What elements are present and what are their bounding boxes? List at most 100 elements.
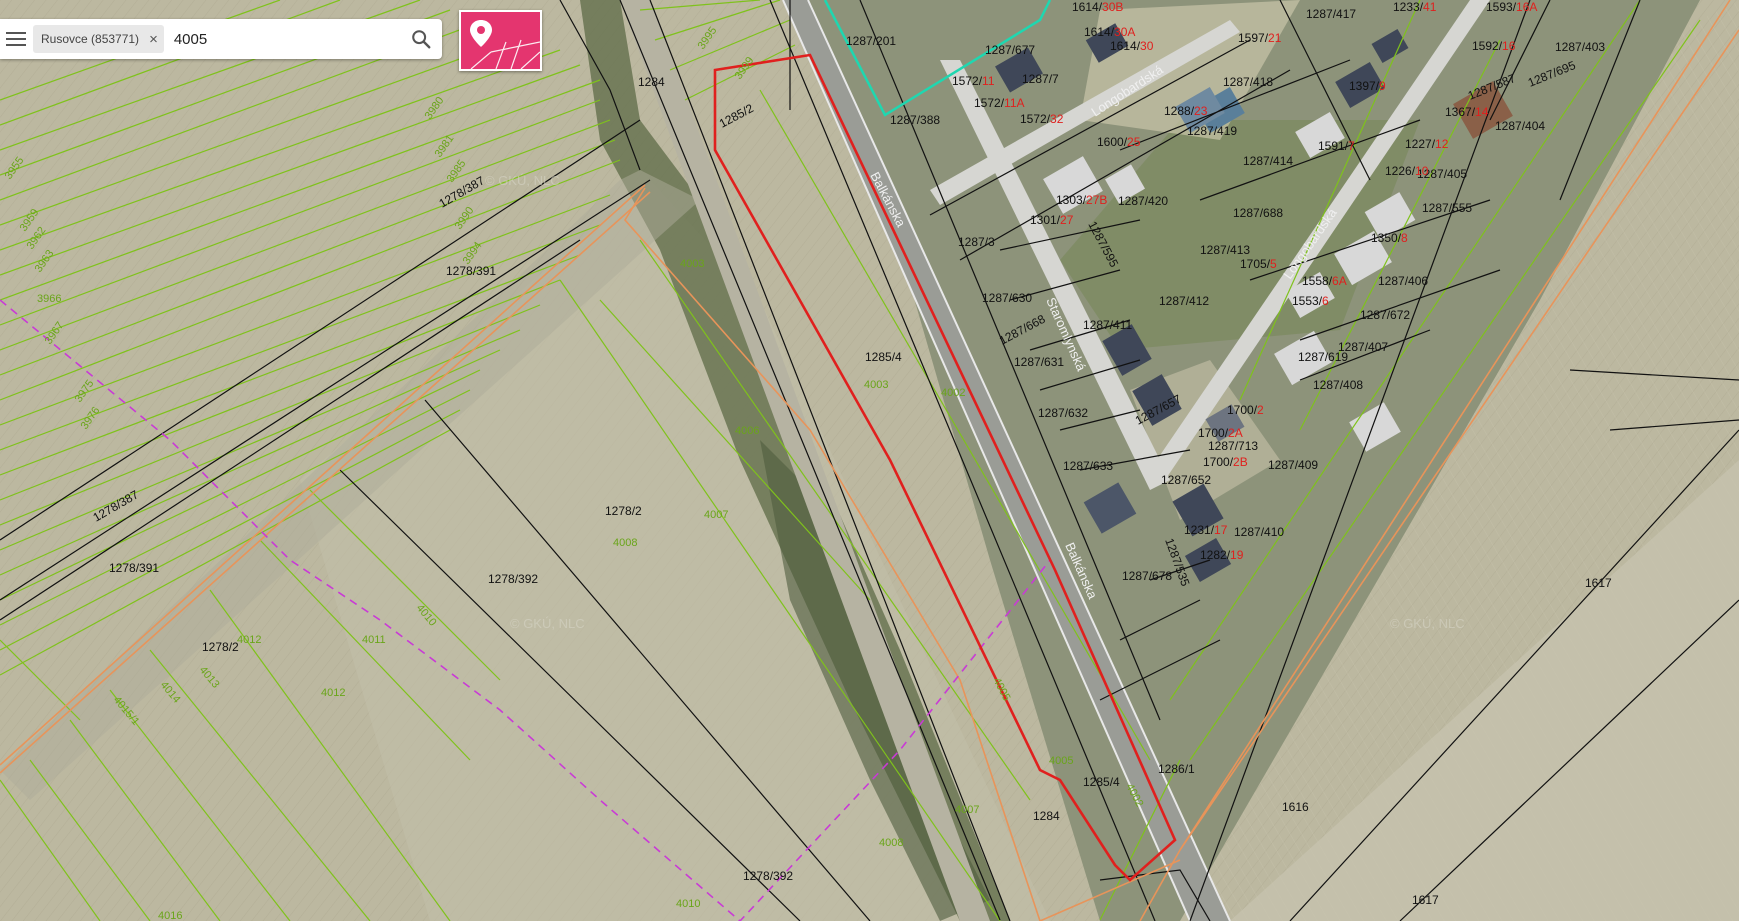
- parcel-label: 1285/4: [865, 350, 902, 364]
- parcel-label-green: 3966: [37, 293, 61, 305]
- parcel-label-green: 4008: [613, 537, 637, 549]
- search-input[interactable]: [171, 29, 376, 49]
- parcel-label: 1287/411: [1083, 318, 1132, 332]
- parcel-label-green: 4012: [321, 687, 345, 699]
- parcel-label: 1286/1: [1158, 762, 1195, 776]
- cadastral-area-chip: Rusovce (853771) ×: [33, 25, 164, 53]
- locate-parcel-button[interactable]: [459, 10, 542, 71]
- parcel-label: 1285/4: [1083, 775, 1120, 789]
- parcel-label: 1287/403: [1555, 40, 1605, 54]
- address-label: 1591/7: [1318, 139, 1355, 153]
- parcel-label: 1287/410: [1234, 525, 1284, 539]
- parcel-label-green: 4010: [676, 898, 700, 910]
- address-label: 1592/16: [1472, 39, 1516, 53]
- parcel-label: 1287/413: [1200, 243, 1250, 257]
- address-label: 1593/16A: [1486, 0, 1537, 14]
- parcel-label: 1284: [1033, 809, 1060, 823]
- parcel-label: 1278/392: [743, 869, 793, 883]
- address-label: 1700/2A: [1198, 426, 1243, 440]
- location-pin-parcel-icon: [470, 20, 541, 70]
- address-label: 1282/19: [1200, 548, 1244, 562]
- parcel-label: 1287/688: [1233, 206, 1283, 220]
- chip-close-icon[interactable]: ×: [149, 32, 158, 47]
- watermark-2: © GKÚ, NLC: [1390, 616, 1465, 631]
- parcel-label: 1287/555: [1422, 201, 1472, 215]
- search-bar: Rusovce (853771) ×: [0, 19, 442, 59]
- address-label: 1397/9: [1349, 79, 1386, 93]
- search-icon[interactable]: [410, 28, 432, 50]
- parcel-label: 1287/672: [1360, 308, 1410, 322]
- address-label: 1288/23: [1164, 104, 1208, 118]
- address-label: 1367/14: [1445, 105, 1489, 119]
- parcel-label: 1287/630: [982, 291, 1032, 305]
- address-label: 1231/17: [1184, 523, 1228, 537]
- parcel-label: 1287/419: [1187, 124, 1237, 138]
- parcel-label-green: 4007: [704, 509, 728, 521]
- parcel-label-green: 4008: [879, 837, 903, 849]
- parcel-label: 1287/7: [1022, 72, 1059, 86]
- parcel-label: 1287/713: [1208, 439, 1258, 453]
- parcel-label: 1617: [1412, 893, 1439, 907]
- parcel-label: 1278/2: [605, 504, 642, 518]
- parcel-label-green: 4005: [1049, 755, 1073, 767]
- address-label: 1572/11: [952, 74, 995, 88]
- parcel-label: 1278/391: [109, 561, 159, 575]
- parcel-label: 1287/417: [1306, 7, 1356, 21]
- parcel-label: 1287/408: [1313, 378, 1363, 392]
- address-label: 1226/10: [1385, 164, 1429, 178]
- parcel-label: 1287/201: [846, 34, 896, 48]
- parcel-label: 1278/391: [446, 264, 496, 278]
- hamburger-menu-icon: [6, 32, 26, 46]
- parcel-label: 1278/2: [202, 640, 239, 654]
- address-label: 1553/6: [1292, 294, 1329, 308]
- chip-label: Rusovce (853771): [41, 32, 140, 46]
- parcel-label: 1287/677: [985, 43, 1035, 57]
- address-label: 1614/30B: [1072, 0, 1123, 14]
- address-label: 1572/32: [1020, 112, 1064, 126]
- address-label: 1700/2: [1227, 403, 1264, 417]
- parcel-label: 1287/418: [1223, 75, 1273, 89]
- address-label: 1700/2B: [1203, 455, 1248, 469]
- parcel-label-green: 4007: [955, 804, 979, 816]
- address-label: 1233/41: [1393, 0, 1437, 14]
- parcel-label: 1278/392: [488, 572, 538, 586]
- parcel-label-green: 4003: [864, 379, 888, 391]
- parcel-label: 1287/404: [1495, 119, 1545, 133]
- address-label: 1301/27: [1030, 213, 1074, 227]
- address-label: 1558/6A: [1302, 274, 1347, 288]
- parcel-label: 1287/406: [1378, 274, 1428, 288]
- address-label: 1614/30A: [1084, 25, 1135, 39]
- address-label: 1614/30: [1110, 39, 1154, 53]
- watermark-1: © GKÚ, NLC: [510, 616, 585, 631]
- address-label: 1227/12: [1405, 137, 1449, 151]
- address-label: 1572/11A: [974, 96, 1025, 110]
- parcel-label: 1287/412: [1159, 294, 1209, 308]
- parcel-label: 1287/619: [1298, 350, 1348, 364]
- parcel-label-green: 4002: [941, 387, 965, 399]
- parcel-label-green: 4016: [158, 910, 182, 921]
- cadastral-map[interactable]: Balkánska Balkánska Staromlynská Longoba…: [0, 0, 1739, 921]
- parcel-label: 1287/652: [1161, 473, 1211, 487]
- parcel-label: 1284: [638, 75, 665, 89]
- parcel-label: 1287/633: [1063, 459, 1113, 473]
- parcel-label: 1287/631: [1014, 355, 1064, 369]
- address-label: 1600/25: [1097, 135, 1141, 149]
- address-label: 1303/27B: [1056, 193, 1107, 207]
- parcel-label: 1287/414: [1243, 154, 1293, 168]
- parcel-label: 1287/678: [1122, 569, 1172, 583]
- parcel-label: 1616: [1282, 800, 1309, 814]
- parcel-label: 1617: [1585, 576, 1612, 590]
- address-label: 1350/8: [1371, 231, 1408, 245]
- parcel-label: 1287/632: [1038, 406, 1088, 420]
- parcel-label: 1287/3: [958, 235, 995, 249]
- parcel-label: 1287/409: [1268, 458, 1318, 472]
- address-label: 1597/21: [1238, 31, 1282, 45]
- menu-button[interactable]: [0, 19, 32, 59]
- parcel-label-green: 4012: [237, 634, 261, 646]
- watermark-3: © GKÚ, NLC: [485, 173, 560, 188]
- parcel-label-green: 4006: [735, 425, 759, 437]
- parcel-label: 1287/420: [1118, 194, 1168, 208]
- address-label: 1705/5: [1240, 257, 1277, 271]
- parcel-label-green: 4011: [362, 634, 386, 646]
- parcel-label: 1287/388: [890, 113, 940, 127]
